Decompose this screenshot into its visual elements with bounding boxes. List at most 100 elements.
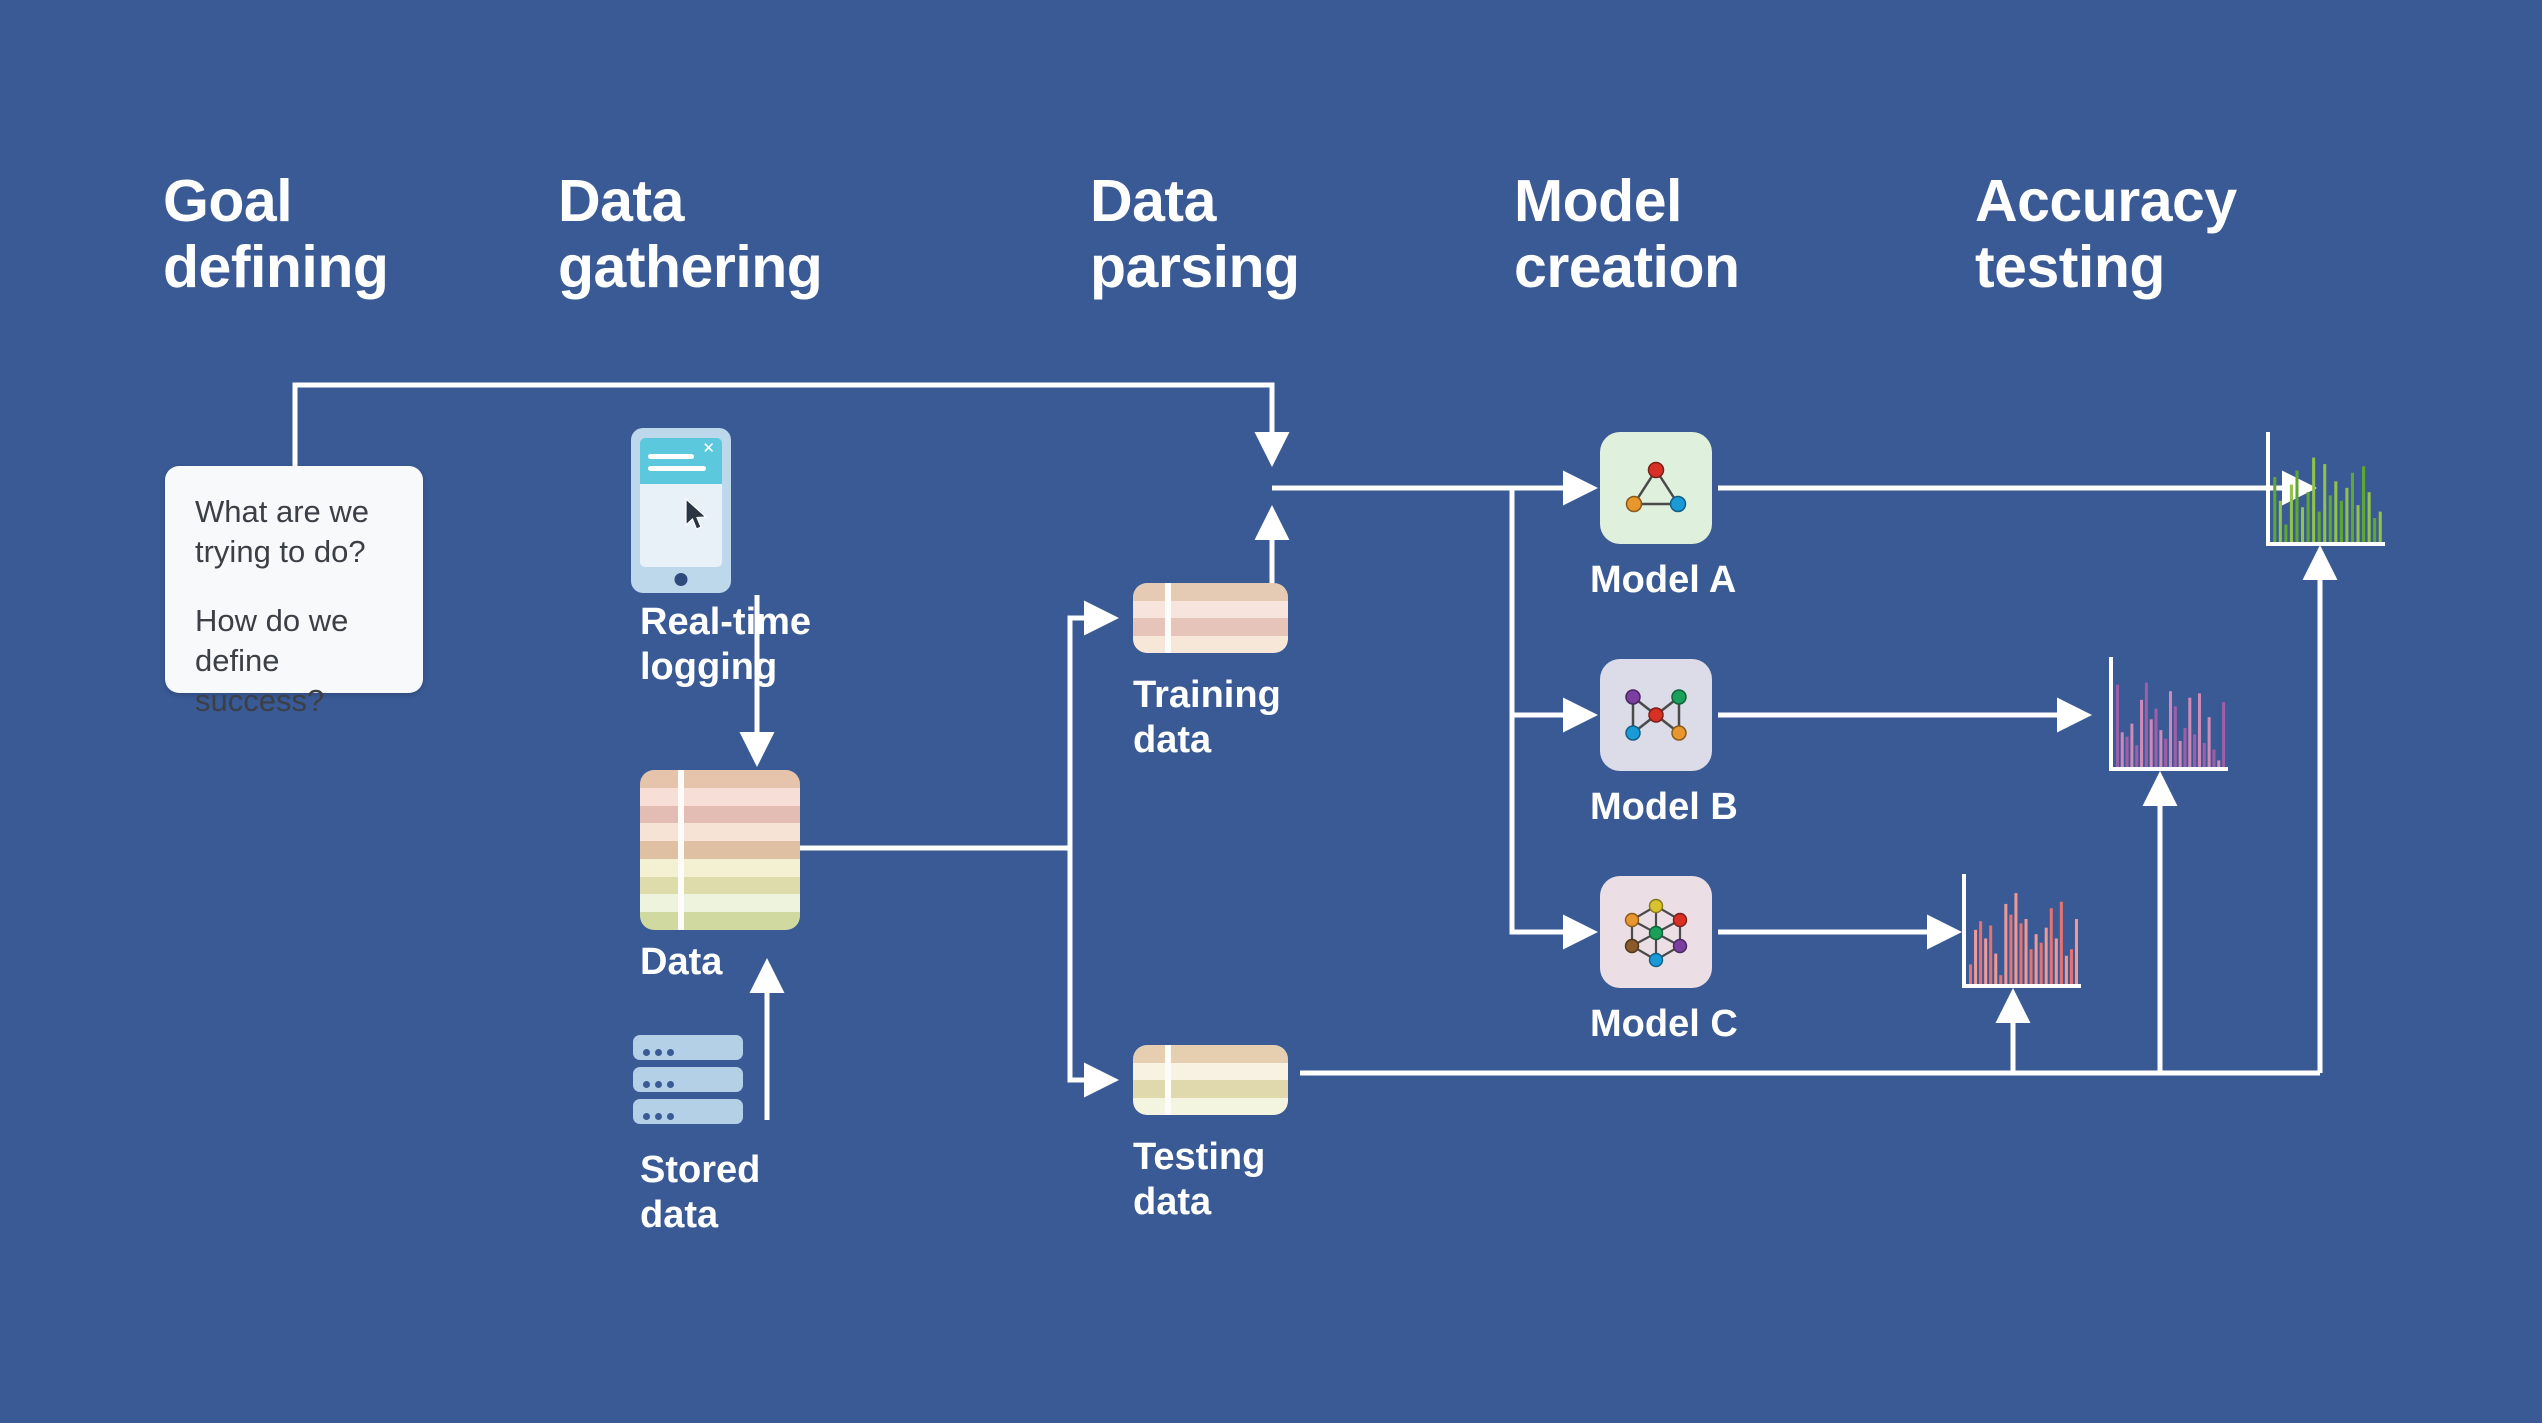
bar (2059, 901, 2063, 986)
stage-title-data-parsing: Data parsing (1090, 168, 1300, 301)
bar-chart-plot (2266, 432, 2385, 546)
node-label-realtime-logging: Real-time logging (640, 601, 812, 688)
bar (2197, 693, 2201, 769)
close-icon: ✕ (702, 440, 715, 457)
data-bands-icon (640, 770, 800, 930)
band (1133, 1080, 1288, 1098)
band (640, 841, 800, 859)
stage-title-accuracy-testing: Accuracy testing (1975, 168, 2237, 301)
bar (2169, 691, 2172, 769)
bar (2029, 949, 2033, 986)
band (640, 823, 800, 842)
bar (2350, 472, 2354, 544)
mobile-phone-icon: ✕ (631, 428, 731, 593)
bar (2362, 466, 2366, 544)
band (1133, 1097, 1288, 1115)
bar (2074, 919, 2078, 986)
band (1133, 600, 1288, 618)
band (1133, 1062, 1288, 1080)
training-bands-divider (1165, 583, 1171, 653)
bar (2144, 682, 2148, 769)
bar-chart-plot (1962, 874, 2081, 988)
bar (2378, 511, 2382, 544)
model-b-accuracy-chart (2105, 655, 2230, 777)
bar (2178, 740, 2182, 769)
cursor-arrow-icon (685, 498, 708, 530)
model-a-accuracy-chart (2262, 430, 2387, 552)
bar (2339, 500, 2343, 544)
bar (2154, 708, 2158, 769)
model-b-tile[interactable] (1600, 659, 1712, 771)
bar (2004, 903, 2008, 986)
stage-title-model-creation: Model creation (1514, 168, 1740, 301)
bar (2159, 730, 2163, 769)
bar (2334, 481, 2338, 544)
bar (2284, 524, 2288, 544)
bar (2278, 500, 2282, 544)
model-c-accuracy-chart (1958, 872, 2083, 994)
bowtie-graph-icon (1625, 689, 1687, 741)
bar (2367, 492, 2371, 544)
band (1133, 618, 1288, 636)
diagram-canvas: Goal defining Data gathering Data parsin… (0, 0, 2542, 1423)
bar (2164, 738, 2168, 769)
bar (1984, 938, 1988, 986)
band (640, 770, 800, 788)
bar (2024, 919, 2028, 986)
bar (2373, 518, 2377, 544)
stage-title-data-gathering: Data gathering (558, 168, 823, 301)
node-label-model-a: Model A (1590, 559, 1737, 601)
bar (2173, 706, 2177, 769)
band (640, 787, 800, 806)
bar (2289, 484, 2293, 544)
database-row (633, 1067, 743, 1092)
bar (2009, 914, 2013, 986)
bar (2183, 727, 2187, 769)
band (640, 858, 800, 877)
stage-title-goal-defining: Goal defining (163, 168, 389, 301)
node-label-testing-data: Testing data (1133, 1136, 1266, 1223)
bar (1994, 953, 1998, 986)
bar (2306, 492, 2310, 544)
bar (2044, 927, 2048, 986)
bar (2188, 697, 2192, 769)
bar (2014, 893, 2018, 986)
wire-data-to-training (1067, 600, 1120, 848)
bar (2323, 464, 2327, 544)
goal-callout-card: What are we trying to do? How do we defi… (165, 466, 423, 718)
wire-data-to-testing (1067, 848, 1120, 1098)
goal-question-1: What are we trying to do? (195, 494, 370, 569)
band (1133, 1045, 1288, 1063)
node-label-model-c: Model C (1590, 1003, 1738, 1045)
bar (2039, 942, 2043, 986)
goal-question-2: How do we define success? (195, 603, 349, 718)
hexagon-graph-icon (1624, 898, 1688, 968)
database-row (633, 1035, 743, 1060)
bar (2317, 511, 2321, 544)
bar-chart-plot (2109, 657, 2228, 771)
banner-text-line-1 (648, 454, 694, 459)
model-a-tile[interactable] (1600, 432, 1712, 544)
band (640, 805, 800, 824)
bar (1969, 964, 1973, 986)
bar (2140, 699, 2144, 769)
node-label-model-b: Model B (1590, 786, 1738, 828)
database-row (633, 1099, 743, 1124)
band (1133, 635, 1288, 653)
phone-screen: ✕ (640, 438, 722, 567)
bar (1979, 921, 1983, 986)
bar (2125, 736, 2129, 769)
banner-text-line-2 (648, 466, 706, 471)
bar (1974, 929, 1978, 986)
wire-junction-to-model-b (1509, 488, 1599, 733)
bar (2301, 507, 2305, 544)
bar (2312, 457, 2316, 544)
phone-notification-banner: ✕ (640, 438, 722, 485)
band (640, 912, 800, 930)
bar (2034, 934, 2038, 986)
model-c-tile[interactable] (1600, 876, 1712, 988)
band (640, 876, 800, 895)
triangle-graph-icon (1625, 461, 1687, 513)
bar (2149, 719, 2153, 769)
bar (2019, 923, 2023, 986)
